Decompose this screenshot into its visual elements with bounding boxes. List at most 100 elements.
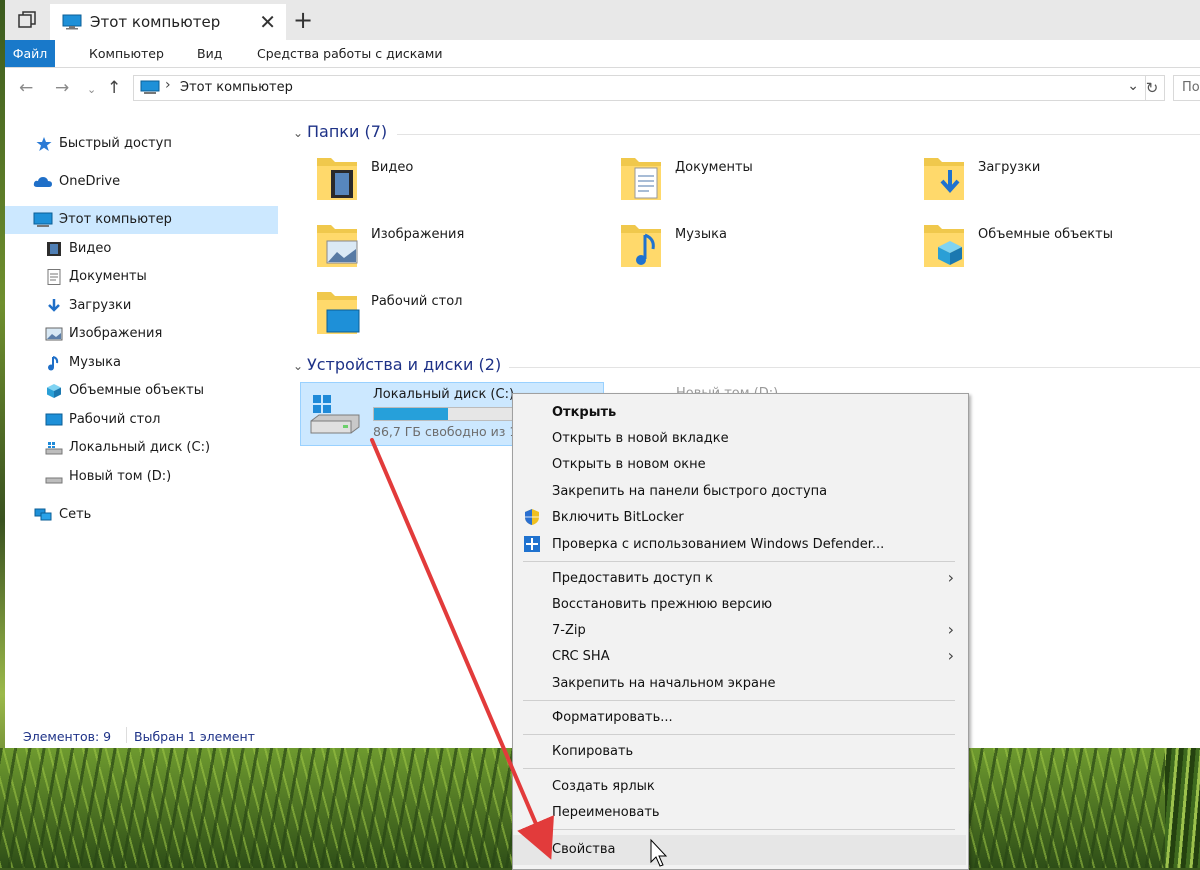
menu-item-format[interactable]: Форматировать... (513, 705, 966, 730)
close-tab-icon[interactable]: ✕ (259, 10, 276, 34)
drive-c-usage-fill (374, 408, 449, 420)
task-view-icon[interactable] (17, 10, 37, 30)
menu-item-crc-sha[interactable]: CRC SHA › (513, 644, 966, 669)
3d-objects-icon (47, 384, 61, 398)
menu-item-label: Форматировать... (552, 710, 673, 725)
music-folder-icon (621, 225, 661, 267)
sidebar-item-label: OneDrive (59, 174, 121, 189)
menu-item-label: Копировать (552, 744, 634, 759)
tab-file[interactable]: Файл (5, 40, 55, 67)
pictures-icon (45, 327, 63, 341)
downloads-icon (48, 299, 60, 312)
context-menu: Открыть Открыть в новой вкладке Открыть … (512, 393, 969, 870)
folder-desktop[interactable]: Рабочий стол (313, 286, 593, 346)
sidebar-item-documents[interactable]: Документы (5, 263, 278, 291)
menu-item-label: Переименовать (552, 805, 660, 820)
sidebar-item-music[interactable]: Музыка (5, 349, 278, 377)
3d-objects-folder-icon (924, 225, 964, 267)
menu-item-label: Открыть (552, 405, 617, 420)
menu-item-open-new-tab[interactable]: Открыть в новой вкладке (513, 426, 966, 451)
sidebar-item-drive-d[interactable]: Новый том (D:) (5, 463, 278, 491)
menu-item-restore-previous[interactable]: Восстановить прежнюю версию (513, 592, 966, 617)
chevron-down-icon[interactable]: ⌄ (293, 359, 307, 373)
sidebar-item-this-pc[interactable]: Этот компьютер (5, 206, 278, 234)
drive-d-icon (45, 477, 63, 484)
search-input[interactable]: По (1173, 75, 1200, 101)
sidebar-item-label: Рабочий стол (69, 412, 161, 427)
folder-3d-objects[interactable]: Объемные объекты (920, 219, 1200, 279)
tab-title: Этот компьютер (90, 13, 221, 31)
folder-label: Музыка (675, 227, 727, 242)
sidebar-item-network[interactable]: Сеть (5, 501, 278, 529)
folder-documents[interactable]: Документы (617, 152, 897, 212)
sidebar-item-label: Документы (69, 269, 147, 284)
tab-view[interactable]: Вид (197, 46, 222, 61)
sidebar-item-onedrive[interactable]: OneDrive (5, 168, 278, 196)
folder-pictures[interactable]: Изображения (313, 219, 593, 279)
menu-separator (523, 561, 955, 562)
refresh-button[interactable]: ↻ (1140, 75, 1165, 101)
devices-group-header[interactable]: ⌄ Устройства и диски (2) (293, 355, 501, 374)
group-divider (397, 134, 1200, 135)
menu-item-open[interactable]: Открыть (513, 400, 966, 425)
folder-label: Объемные объекты (978, 227, 1113, 242)
folder-downloads[interactable]: Загрузки (920, 152, 1200, 212)
address-bar[interactable]: › Этот компьютер ⌄ (133, 75, 1146, 101)
folder-label: Видео (371, 160, 414, 175)
sidebar-item-drive-c[interactable]: Локальный диск (C:) (5, 434, 278, 462)
folder-label: Рабочий стол (371, 294, 463, 309)
folder-label: Изображения (371, 227, 465, 242)
menu-item-give-access[interactable]: Предоставить доступ к › (513, 566, 966, 591)
folders-group-header[interactable]: ⌄ Папки (7) (293, 122, 387, 141)
menu-item-7zip[interactable]: 7-Zip › (513, 618, 966, 643)
menu-item-pin-quick-access[interactable]: Закрепить на панели быстрого доступа (513, 479, 966, 504)
chevron-right-icon[interactable]: › (165, 77, 171, 93)
sidebar-item-desktop[interactable]: Рабочий стол (5, 406, 278, 434)
tab-this-pc[interactable]: Этот компьютер ✕ (50, 4, 286, 40)
status-divider (126, 727, 127, 743)
sidebar-item-label: Объемные объекты (69, 383, 204, 398)
chevron-down-icon[interactable]: ⌄ (293, 126, 307, 140)
menu-item-label: Включить BitLocker (552, 510, 684, 525)
menu-item-properties[interactable]: Свойства (513, 835, 966, 865)
documents-icon (47, 269, 61, 285)
sidebar-item-quick-access[interactable]: Быстрый доступ (5, 130, 278, 158)
tab-disk-tools[interactable]: Средства работы с дисками (257, 46, 442, 61)
menu-separator (523, 829, 955, 830)
menu-item-pin-start[interactable]: Закрепить на начальном экране (513, 671, 966, 696)
forward-arrow-icon[interactable]: → (55, 78, 69, 98)
cloud-icon (33, 177, 52, 187)
sidebar-item-label: Новый том (D:) (69, 469, 172, 484)
folder-label: Загрузки (978, 160, 1041, 175)
chevron-down-icon[interactable]: ⌄ (1127, 78, 1139, 94)
menu-item-copy[interactable]: Копировать (513, 739, 966, 764)
folder-music[interactable]: Музыка (617, 219, 897, 279)
menu-item-label: Свойства (552, 842, 616, 857)
menu-item-open-new-window[interactable]: Открыть в новом окне (513, 452, 966, 477)
menu-item-label: Проверка с использованием Windows Defend… (552, 537, 885, 552)
menu-item-create-shortcut[interactable]: Создать ярлык (513, 774, 966, 799)
sidebar-item-downloads[interactable]: Загрузки (5, 292, 278, 320)
tab-computer[interactable]: Компьютер (89, 46, 164, 61)
sidebar-item-label: Видео (69, 241, 112, 256)
up-arrow-icon[interactable]: ↑ (107, 78, 121, 98)
back-arrow-icon[interactable]: ← (19, 78, 33, 98)
sidebar-item-label: Этот компьютер (59, 212, 172, 227)
breadcrumb[interactable]: Этот компьютер (180, 80, 293, 95)
new-tab-button[interactable]: + (293, 6, 313, 34)
defender-icon (524, 536, 540, 552)
menu-item-label: Создать ярлык (552, 779, 655, 794)
computer-icon (140, 80, 160, 94)
sidebar-item-3d-objects[interactable]: Объемные объекты (5, 377, 278, 405)
menu-item-bitlocker[interactable]: Включить BitLocker (513, 505, 966, 530)
menu-item-defender[interactable]: Проверка с использованием Windows Defend… (513, 532, 966, 557)
recent-locations-icon[interactable]: ⌄ (87, 83, 96, 96)
devices-group-label: Устройства и диски (2) (307, 355, 502, 374)
sidebar-item-video[interactable]: Видео (5, 235, 278, 263)
ribbon-tabs: Файл Компьютер Вид Средства работы с дис… (5, 40, 1200, 68)
item-count: Элементов: 9 (23, 729, 112, 744)
folder-video[interactable]: Видео (313, 152, 593, 212)
menu-item-rename[interactable]: Переименовать (513, 800, 966, 825)
downloads-folder-icon (924, 158, 964, 200)
sidebar-item-pictures[interactable]: Изображения (5, 320, 278, 348)
